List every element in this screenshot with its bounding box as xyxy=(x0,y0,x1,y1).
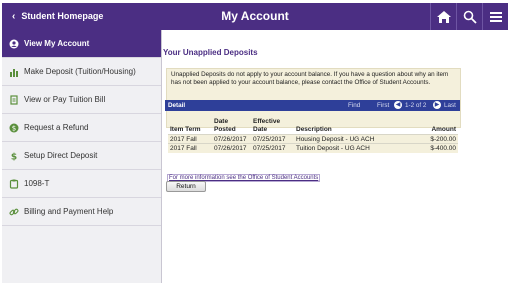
grid-first-link[interactable]: First xyxy=(377,102,389,109)
menu-icon xyxy=(489,11,502,22)
table-cell: Housing Deposit - UG ACH xyxy=(294,134,404,144)
grid-range: 1-2 of 2 xyxy=(405,102,427,109)
svg-text:$: $ xyxy=(11,124,15,132)
form-icon xyxy=(8,178,19,189)
grid-find-link[interactable]: Find xyxy=(348,102,360,109)
svg-text:$: $ xyxy=(10,152,16,161)
column-header: Item Term xyxy=(170,125,201,133)
dollar-icon: $ xyxy=(8,150,19,161)
sidebar-item-label: 1098-T xyxy=(24,179,50,188)
column-header: Date Posted xyxy=(214,118,236,133)
sidebar-item-view-my-account[interactable]: View My Account xyxy=(2,30,161,58)
table-cell: $-200.00 xyxy=(404,134,458,144)
sidebar-item-make-deposit[interactable]: Make Deposit (Tuition/Housing) xyxy=(2,58,161,86)
header-icon-group xyxy=(430,3,508,30)
previous-arrow-icon[interactable]: ◀ xyxy=(394,101,402,109)
link-icon xyxy=(8,206,19,217)
sidebar-nav: View My Account Make Deposit (Tuition/Ho… xyxy=(2,30,162,283)
table-cell: 07/26/2017 xyxy=(212,134,251,144)
column-header: Description xyxy=(296,125,332,133)
sidebar-item-label: View or Pay Tuition Bill xyxy=(24,95,106,104)
grid-header-bar: Detail Find First ◀ 1-2 of 2 ▶ Last xyxy=(165,100,460,111)
sidebar-item-label: Make Deposit (Tuition/Housing) xyxy=(24,67,136,76)
section-title: Your Unapplied Deposits xyxy=(163,48,258,57)
sidebar-item-billing-payment-help[interactable]: Billing and Payment Help xyxy=(2,198,161,226)
table-cell: 07/25/2017 xyxy=(251,134,294,144)
home-button[interactable] xyxy=(430,3,456,30)
sidebar-item-label: Setup Direct Deposit xyxy=(24,151,98,160)
return-button[interactable]: Return xyxy=(166,181,206,192)
user-circle-icon xyxy=(8,38,19,49)
grid-last-link[interactable]: Last xyxy=(444,102,456,109)
main-content: Your Unapplied Deposits Unapplied Deposi… xyxy=(163,30,508,283)
sidebar-item-setup-direct-deposit[interactable]: $ Setup Direct Deposit xyxy=(2,142,161,170)
bar-chart-icon xyxy=(8,66,19,77)
sidebar-item-label: View My Account xyxy=(24,39,90,48)
column-header: Effective Date xyxy=(253,118,281,133)
table-cell: 07/25/2017 xyxy=(251,143,294,153)
table-cell: 2017 Fall xyxy=(168,143,212,153)
grid-caption: Detail xyxy=(168,102,186,109)
sidebar-item-request-refund[interactable]: $ Request a Refund xyxy=(2,114,161,142)
document-icon xyxy=(8,94,19,105)
dollar-circle-icon: $ xyxy=(8,122,19,133)
sidebar-item-label: Request a Refund xyxy=(24,123,89,132)
table-row: 2017 Fall 07/26/2017 07/25/2017 Housing … xyxy=(168,134,458,144)
top-header-bar: ‹ Student Homepage My Account xyxy=(2,3,508,30)
search-icon xyxy=(463,10,477,24)
column-header: Amount xyxy=(431,125,456,133)
sidebar-item-1098-t[interactable]: 1098-T xyxy=(2,170,161,198)
table-cell: 2017 Fall xyxy=(168,134,212,144)
table-cell: $-400.00 xyxy=(404,143,458,153)
table-row: 2017 Fall 07/26/2017 07/25/2017 Tuition … xyxy=(168,143,458,153)
notice-text: Unapplied Deposits do not apply to your … xyxy=(171,71,449,86)
home-icon xyxy=(436,10,451,23)
menu-button[interactable] xyxy=(482,3,508,30)
next-arrow-icon[interactable]: ▶ xyxy=(433,101,441,109)
search-button[interactable] xyxy=(456,3,482,30)
table-cell: 07/26/2017 xyxy=(212,143,251,153)
table-header-row: Item Term Date Posted Effective Date Des… xyxy=(168,118,458,135)
unapplied-deposits-table: Item Term Date Posted Effective Date Des… xyxy=(168,118,458,153)
table-cell: Tuition Deposit - UG ACH xyxy=(294,143,404,153)
sidebar-item-label: Billing and Payment Help xyxy=(24,207,114,216)
sidebar-item-view-pay-tuition-bill[interactable]: View or Pay Tuition Bill xyxy=(2,86,161,114)
